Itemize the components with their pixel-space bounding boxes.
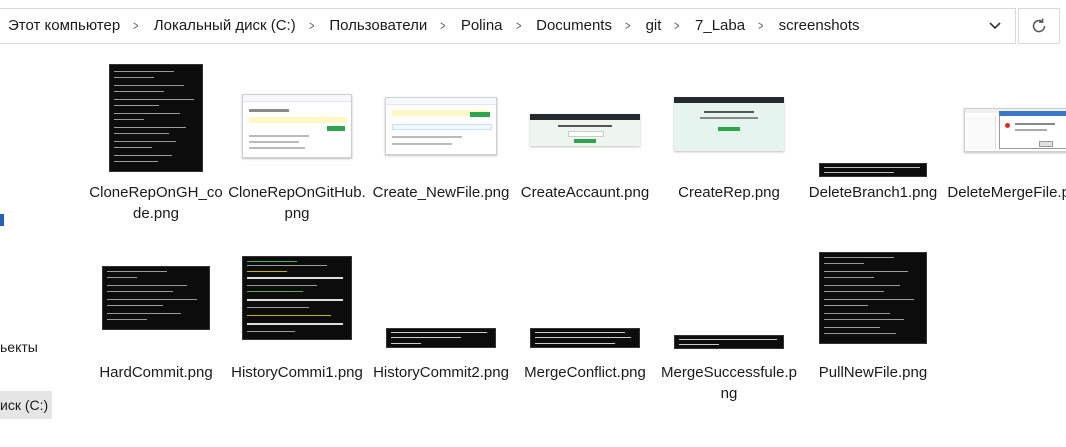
file-name: Create_NewFile.png [372, 184, 510, 201]
nav-item-3d-objects[interactable]: ьекты [0, 339, 38, 355]
webpage-thumbnail [242, 94, 352, 158]
file-name: CreateAccaunt.png [520, 184, 650, 201]
file-name: HistoryCommit2.png [373, 364, 509, 381]
dialog-thumbnail [964, 108, 1066, 152]
file-name: HardCommit.png [99, 364, 213, 381]
address-history-dropdown[interactable] [981, 9, 1009, 43]
terminal-thumbnail [242, 256, 352, 340]
breadcrumb-7-laba[interactable]: 7_Laba [687, 9, 751, 43]
chevron-right-icon[interactable]: > [754, 9, 768, 43]
address-bar-area: Этот компьютер > Локальный диск (C:) > П… [0, 0, 1066, 54]
webpage-thumbnail [674, 97, 784, 151]
breadcrumb-local-disk[interactable]: Локальный диск (C:) [146, 9, 302, 43]
navigation-pane: ьекты иск (C:) [0, 54, 54, 447]
chevron-right-icon[interactable]: > [436, 9, 450, 43]
file-name: DeleteMergeFile.png [947, 184, 1066, 201]
terminal-thumbnail [102, 266, 210, 330]
breadcrumb: Этот компьютер > Локальный диск (C:) > П… [0, 9, 866, 43]
terminal-thumbnail [819, 252, 927, 344]
file-name: CreateRep.png [678, 184, 780, 201]
chevron-right-icon[interactable]: > [670, 9, 684, 43]
file-name: PullNewFile.png [818, 364, 928, 381]
terminal-thumbnail [386, 328, 496, 348]
chevron-down-icon [989, 22, 1001, 30]
file-name: CloneRepOnGitHub.png [228, 184, 366, 222]
file-name: DeleteBranch1.png [808, 184, 938, 201]
terminal-thumbnail [674, 335, 784, 349]
chevron-right-icon[interactable]: > [305, 9, 319, 43]
breadcrumb-git[interactable]: git [638, 9, 668, 43]
nav-pin-marker [0, 214, 4, 226]
terminal-thumbnail [819, 163, 927, 177]
breadcrumb-screenshots[interactable]: screenshots [771, 9, 866, 43]
breadcrumb-users[interactable]: Пользователи [321, 9, 433, 43]
refresh-button[interactable] [1018, 8, 1060, 44]
file-name: MergeConflict.png [524, 364, 646, 381]
webpage-thumbnail [385, 97, 497, 155]
refresh-icon [1032, 18, 1046, 33]
file-name: CloneRepOnGH_code.png [89, 184, 223, 222]
chevron-right-icon[interactable]: > [129, 9, 143, 43]
address-bar[interactable]: Этот компьютер > Локальный диск (C:) > П… [0, 8, 1016, 44]
terminal-thumbnail [109, 64, 203, 172]
breadcrumb-documents[interactable]: Documents [528, 9, 618, 43]
file-name: MergeSuccessfule.png [661, 364, 797, 402]
chevron-right-icon[interactable]: > [511, 9, 525, 43]
breadcrumb-this-pc[interactable]: Этот компьютер [0, 9, 126, 43]
chevron-right-icon[interactable]: > [621, 9, 635, 43]
file-name: HistoryCommi1.png [231, 364, 363, 381]
breadcrumb-polina[interactable]: Polina [453, 9, 509, 43]
terminal-thumbnail [530, 328, 640, 348]
nav-item-local-disk-label[interactable]: иск (C:) [0, 397, 48, 413]
webpage-thumbnail [530, 114, 640, 146]
